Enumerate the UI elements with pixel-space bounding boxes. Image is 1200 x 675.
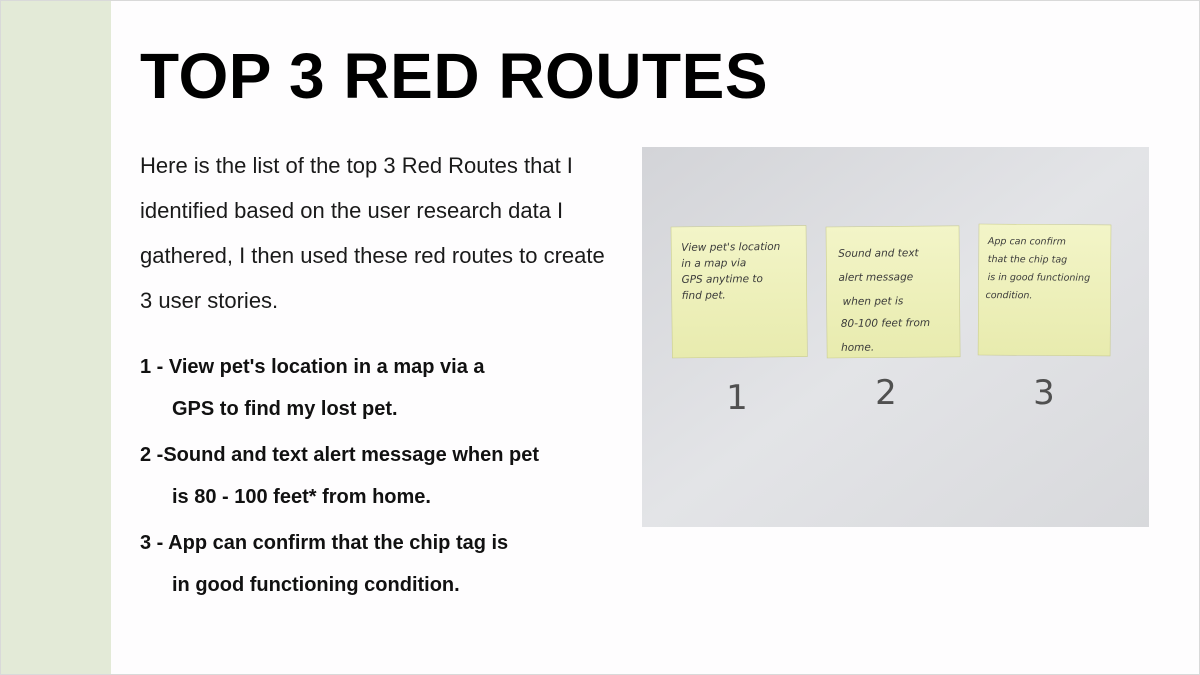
- side-accent-bar: [1, 1, 111, 674]
- note-1-line-3: GPS anytime to: [681, 273, 762, 286]
- note-2-line-4: 80-100 feet from: [841, 317, 930, 330]
- note-1-line-4: find pet.: [682, 289, 726, 301]
- sticky-notes-photo: View pet's location in a map via GPS any…: [642, 147, 1149, 527]
- note-1-line-1: View pet's location: [681, 241, 780, 254]
- route-1-line-2: GPS to find my lost pet.: [172, 398, 398, 420]
- note-3-line-1: App can confirm: [987, 236, 1066, 248]
- note-3-line-4: condition.: [985, 290, 1032, 301]
- route-1-line-1: 1 - View pet's location in a map via a: [140, 356, 485, 378]
- red-routes-list: 1 - View pet's location in a map via a G…: [140, 346, 620, 610]
- note-1-line-2: in a map via: [681, 257, 746, 270]
- slide-title: TOP 3 RED ROUTES: [140, 40, 768, 112]
- whiteboard-number-3: 3: [1033, 373, 1055, 413]
- note-2-line-2: alert message: [838, 271, 913, 284]
- whiteboard-number-2: 2: [875, 373, 897, 413]
- note-2-line-5: home.: [841, 342, 874, 354]
- route-item-2: 2 -Sound and text alert message when pet…: [140, 434, 620, 518]
- whiteboard-number-1: 1: [726, 378, 748, 418]
- route-2-line-2: is 80 - 100 feet* from home.: [172, 486, 431, 508]
- route-3-line-1: 3 - App can confirm that the chip tag is: [140, 532, 509, 554]
- intro-paragraph: Here is the list of the top 3 Red Routes…: [140, 153, 605, 313]
- slide: TOP 3 RED ROUTES Here is the list of the…: [0, 0, 1200, 675]
- sticky-note-1: View pet's location in a map via GPS any…: [670, 225, 808, 359]
- whiteboard-photo: View pet's location in a map via GPS any…: [642, 147, 1149, 527]
- route-item-1: 1 - View pet's location in a map via a G…: [140, 346, 620, 430]
- note-3-line-2: that the chip tag: [988, 254, 1068, 266]
- note-2-line-1: Sound and text: [838, 247, 919, 260]
- route-3-line-2: in good functioning condition.: [172, 574, 460, 596]
- route-2-line-1: 2 -Sound and text alert message when pet: [140, 444, 539, 466]
- sticky-note-3: App can confirm that the chip tag is in …: [977, 223, 1112, 357]
- sticky-note-2: Sound and text alert message when pet is…: [825, 225, 961, 359]
- note-2-line-3: when pet is: [843, 295, 904, 308]
- route-item-3: 3 - App can confirm that the chip tag is…: [140, 522, 620, 606]
- note-3-line-3: is in good functioning: [988, 272, 1091, 284]
